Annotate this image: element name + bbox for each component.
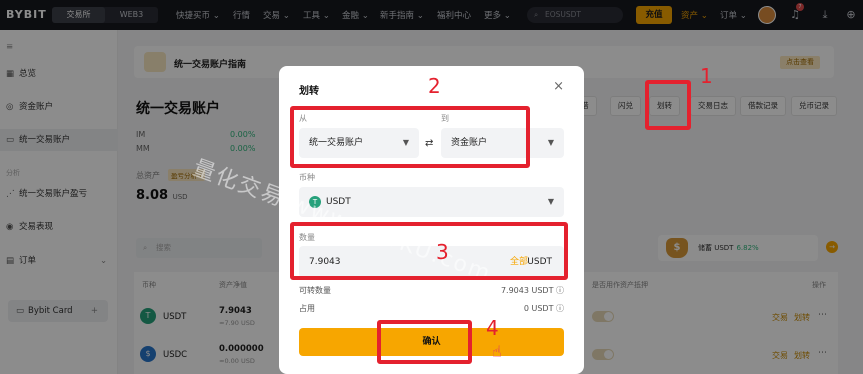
highlight-box-amount xyxy=(290,222,568,280)
used-label: 占用 xyxy=(299,304,315,313)
transferable-row: 可转数量 7.9043 USDT ⓘ xyxy=(299,285,564,296)
pointer-hand-icon: ☝ xyxy=(492,342,502,361)
highlight-box-transfer xyxy=(645,80,691,130)
highlight-box-accounts xyxy=(290,106,530,168)
step-number-1: 1 xyxy=(700,64,713,88)
step-number-4: 4 xyxy=(486,316,499,340)
highlight-box-confirm xyxy=(377,320,472,364)
step-number-2: 2 xyxy=(428,74,441,98)
used-row: 占用 0 USDT ⓘ xyxy=(299,303,564,314)
used-value: 0 USDT ⓘ xyxy=(523,304,564,313)
caret-down-icon: ▼ xyxy=(547,197,554,206)
transferable-value: 7.9043 USDT ⓘ xyxy=(500,286,564,295)
step-number-3: 3 xyxy=(436,240,449,264)
transferable-label: 可转数量 xyxy=(299,286,331,295)
caret-down-icon: ▼ xyxy=(547,138,554,147)
dialog-title: 划转 xyxy=(299,86,319,97)
coin-label: 币种 xyxy=(299,173,315,182)
close-icon[interactable]: × xyxy=(553,79,564,94)
